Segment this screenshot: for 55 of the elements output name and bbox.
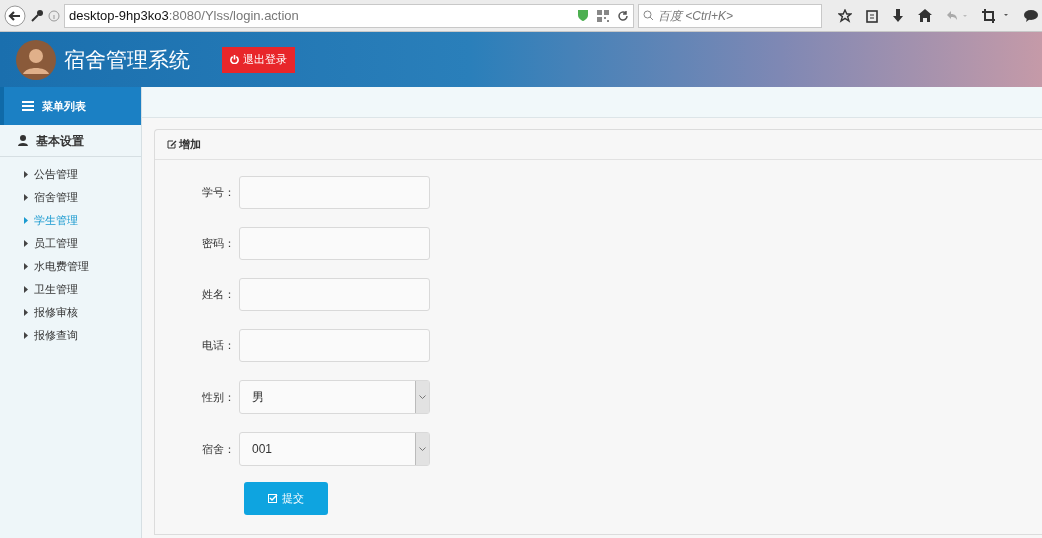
menu-item[interactable]: 水电费管理 xyxy=(24,255,141,278)
search-field[interactable]: 百度 <Ctrl+K> xyxy=(638,3,822,28)
logout-button[interactable]: 退出登录 xyxy=(222,46,295,73)
menu-item[interactable]: 员工管理 xyxy=(24,232,141,255)
edit-icon xyxy=(167,140,177,149)
clipboard-icon[interactable] xyxy=(866,8,878,23)
address-bar[interactable]: desktop-9hp3ko3:8080/Ylss/login.action xyxy=(64,3,634,28)
menu-item[interactable]: 报修审核 xyxy=(24,301,141,324)
input-field[interactable] xyxy=(239,278,430,311)
home-icon[interactable] xyxy=(918,9,932,22)
checkbox-icon xyxy=(268,493,278,504)
menu-item[interactable]: 公告管理 xyxy=(24,163,141,186)
select-field[interactable]: 001 xyxy=(239,432,430,466)
download-icon[interactable] xyxy=(892,8,904,23)
menu-item[interactable]: 卫生管理 xyxy=(24,278,141,301)
caret-icon xyxy=(24,332,28,339)
field-label: 电话： xyxy=(201,338,236,354)
crop-icon[interactable] xyxy=(982,8,1010,23)
caret-icon xyxy=(24,309,28,316)
field-label: 宿舍： xyxy=(201,441,236,457)
url-text: desktop-9hp3ko3:8080/Ylss/login.action xyxy=(69,6,300,25)
app-title: 宿舍管理系统 xyxy=(64,46,190,73)
shield-icon xyxy=(577,9,589,22)
user-icon xyxy=(18,135,28,146)
caret-icon xyxy=(24,263,28,270)
input-field[interactable] xyxy=(239,227,430,260)
key-icon xyxy=(30,8,44,23)
list-icon xyxy=(22,101,34,111)
select-field[interactable]: 男 xyxy=(239,380,430,414)
power-icon xyxy=(230,55,239,64)
menu-item[interactable]: 报修查询 xyxy=(24,324,141,347)
input-field[interactable] xyxy=(239,176,430,209)
undo-icon[interactable] xyxy=(946,9,968,22)
caret-icon xyxy=(24,240,28,247)
caret-icon xyxy=(24,217,28,224)
chat-icon[interactable] xyxy=(1024,9,1038,22)
panel-title: 增加 xyxy=(179,137,201,153)
field-label: 姓名： xyxy=(201,287,236,303)
info-icon[interactable] xyxy=(48,9,60,22)
menu-item[interactable]: 宿舍管理 xyxy=(24,186,141,209)
input-field[interactable] xyxy=(239,329,430,362)
menu-header: 菜单列表 xyxy=(0,87,141,125)
search-icon xyxy=(643,10,654,21)
field-label: 密码： xyxy=(201,236,236,252)
caret-icon xyxy=(24,171,28,178)
field-label: 学号： xyxy=(201,185,236,201)
back-icon[interactable] xyxy=(4,4,26,27)
section-header[interactable]: 基本设置 xyxy=(0,125,141,157)
star-icon[interactable] xyxy=(838,8,852,23)
caret-icon xyxy=(24,286,28,293)
qr-code-icon[interactable] xyxy=(597,9,609,22)
avatar-icon xyxy=(16,39,56,80)
field-label: 性别： xyxy=(201,389,236,405)
caret-icon xyxy=(24,194,28,201)
reload-icon[interactable] xyxy=(617,9,629,22)
